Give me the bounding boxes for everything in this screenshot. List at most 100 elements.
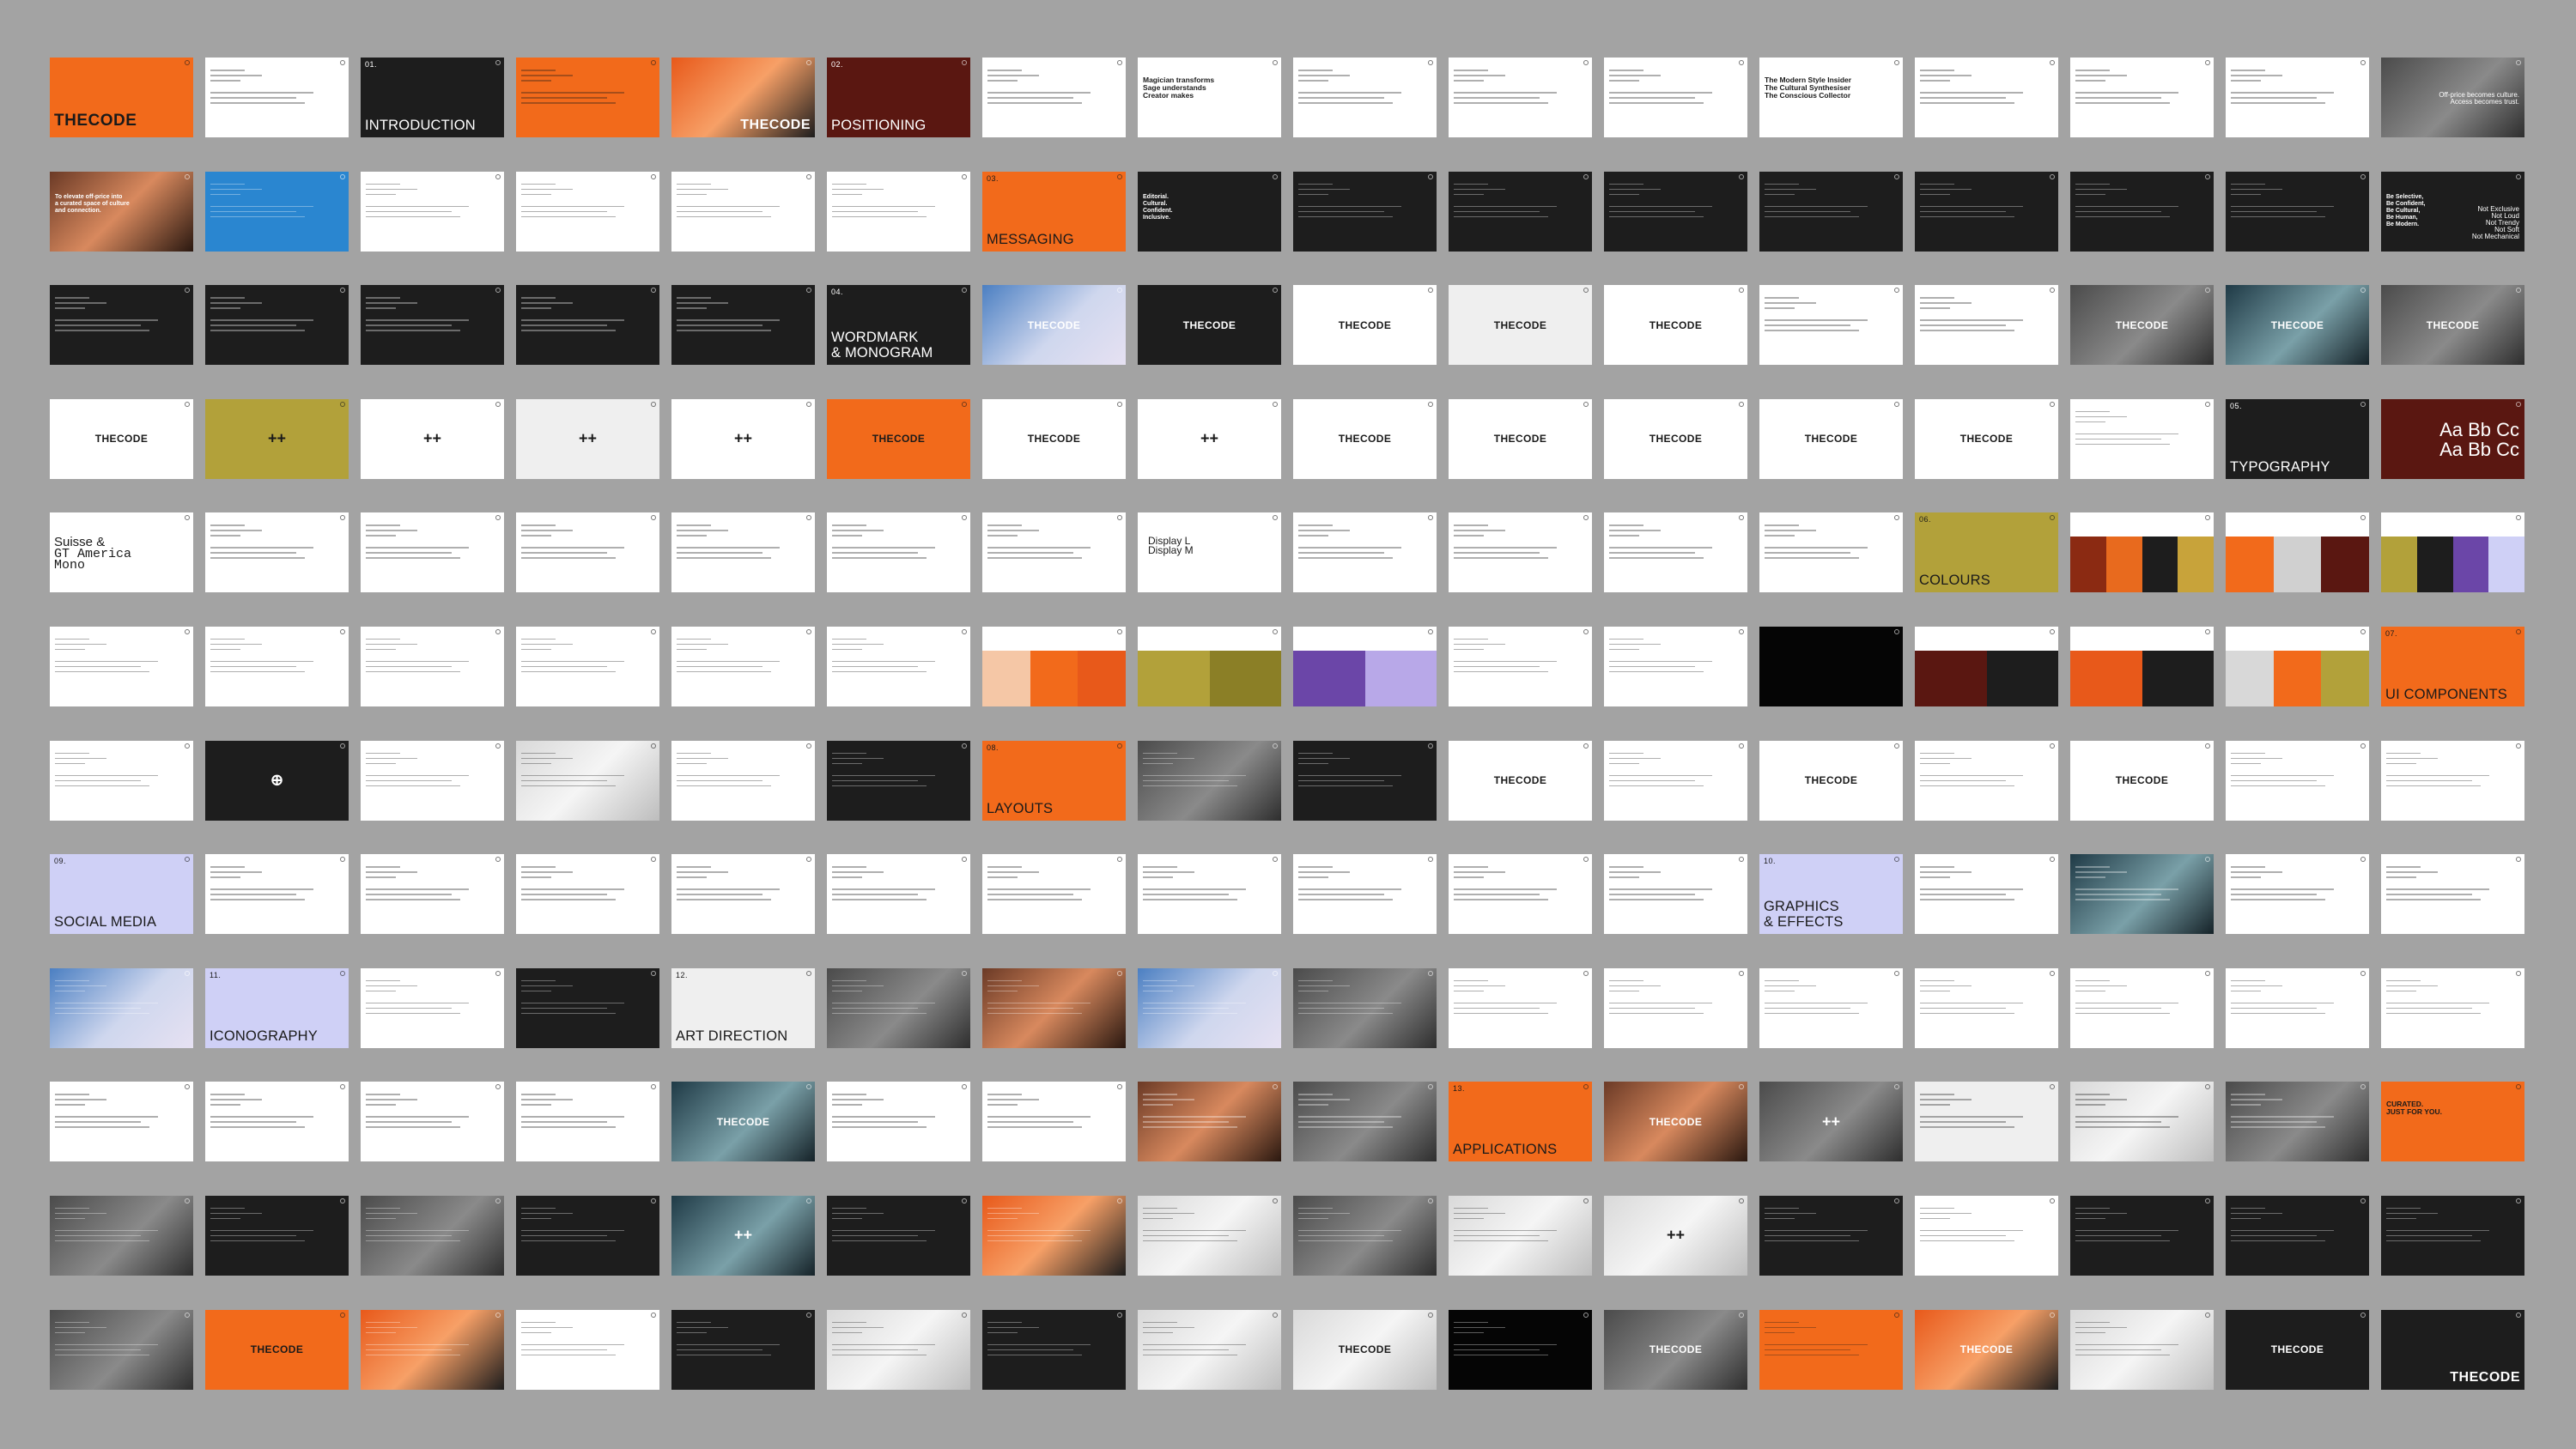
slide-thumbnail[interactable] bbox=[361, 1309, 504, 1390]
slide-thumbnail[interactable] bbox=[982, 626, 1126, 706]
slide-thumbnail[interactable] bbox=[827, 1309, 970, 1390]
slide-thumbnail[interactable]: Be Selective, Be Confident, Be Cultural, Be… bbox=[2381, 171, 2524, 252]
slide-thumbnail[interactable] bbox=[827, 171, 970, 252]
slide-thumbnail[interactable] bbox=[516, 171, 659, 252]
slide-thumbnail[interactable]: 09. SOCIAL MEDIA bbox=[50, 854, 193, 935]
slide-thumbnail[interactable]: Aa Bb Cc Aa Bb Cc bbox=[2381, 398, 2524, 479]
slide-thumbnail[interactable] bbox=[1449, 512, 1592, 593]
slide-thumbnail[interactable]: THECODE bbox=[1449, 285, 1592, 366]
slide-thumbnail[interactable] bbox=[205, 626, 349, 706]
slide-thumbnail[interactable]: To elevate off-price into a curated space… bbox=[50, 171, 193, 252]
slide-thumbnail[interactable] bbox=[361, 171, 504, 252]
slide-thumbnail[interactable]: 13. APPLICATIONS bbox=[1449, 1082, 1592, 1162]
slide-thumbnail[interactable] bbox=[1293, 1195, 1437, 1276]
slide-thumbnail[interactable] bbox=[2070, 1195, 2214, 1276]
slide-thumbnail[interactable]: THECODE bbox=[1604, 398, 1747, 479]
slide-thumbnail[interactable]: CURATED. JUST FOR YOU. bbox=[2381, 1082, 2524, 1162]
slide-thumbnail[interactable] bbox=[1915, 854, 2058, 935]
slide-thumbnail[interactable]: THECODE bbox=[1915, 1309, 2058, 1390]
slide-thumbnail[interactable]: ++ bbox=[361, 398, 504, 479]
slide-thumbnail[interactable] bbox=[205, 58, 349, 137]
slide-thumbnail[interactable] bbox=[2226, 967, 2369, 1048]
slide-thumbnail[interactable] bbox=[2070, 512, 2214, 593]
slide-thumbnail[interactable] bbox=[1449, 1195, 1592, 1276]
slide-thumbnail[interactable] bbox=[1293, 1082, 1437, 1162]
slide-thumbnail[interactable]: Editorial. Cultural. Confident. Inclusive. bbox=[1138, 171, 1281, 252]
slide-thumbnail[interactable] bbox=[1604, 967, 1747, 1048]
slide-thumbnail[interactable] bbox=[2070, 1309, 2214, 1390]
slide-thumbnail[interactable] bbox=[1915, 740, 2058, 821]
slide-thumbnail[interactable] bbox=[2070, 398, 2214, 479]
slide-thumbnail[interactable]: THECODE bbox=[1759, 398, 1903, 479]
slide-thumbnail[interactable] bbox=[50, 1309, 193, 1390]
slide-thumbnail[interactable]: 03. MESSAGING bbox=[982, 171, 1126, 252]
slide-thumbnail[interactable]: ++ bbox=[671, 398, 815, 479]
slide-thumbnail[interactable] bbox=[1293, 967, 1437, 1048]
slide-thumbnail[interactable] bbox=[516, 1195, 659, 1276]
slide-thumbnail[interactable]: 02. POSITIONING bbox=[827, 58, 970, 137]
slide-thumbnail[interactable] bbox=[50, 626, 193, 706]
slide-thumbnail[interactable]: THECODE bbox=[50, 58, 193, 137]
slide-thumbnail[interactable] bbox=[361, 512, 504, 593]
slide-thumbnail[interactable] bbox=[2226, 626, 2369, 706]
slide-thumbnail[interactable] bbox=[516, 285, 659, 366]
slide-thumbnail[interactable] bbox=[2226, 1082, 2369, 1162]
slide-thumbnail[interactable] bbox=[1449, 854, 1592, 935]
slide-thumbnail[interactable] bbox=[361, 1082, 504, 1162]
slide-thumbnail[interactable] bbox=[1604, 512, 1747, 593]
slide-thumbnail[interactable]: THECODE bbox=[1293, 1309, 1437, 1390]
slide-thumbnail[interactable] bbox=[1915, 626, 2058, 706]
slide-thumbnail[interactable] bbox=[1915, 171, 2058, 252]
slide-thumbnail[interactable] bbox=[1293, 58, 1437, 137]
slide-thumbnail[interactable] bbox=[2070, 854, 2214, 935]
slide-thumbnail[interactable] bbox=[2070, 171, 2214, 252]
slide-thumbnail[interactable]: THECODE bbox=[1449, 398, 1592, 479]
slide-thumbnail[interactable]: THECODE bbox=[1915, 398, 2058, 479]
slide-thumbnail[interactable] bbox=[50, 1082, 193, 1162]
slide-thumbnail[interactable] bbox=[516, 1309, 659, 1390]
slide-thumbnail[interactable] bbox=[516, 740, 659, 821]
slide-thumbnail[interactable]: THECODE bbox=[1604, 285, 1747, 366]
slide-thumbnail[interactable]: THECODE bbox=[50, 398, 193, 479]
slide-thumbnail[interactable] bbox=[361, 854, 504, 935]
slide-thumbnail[interactable] bbox=[1293, 854, 1437, 935]
slide-thumbnail[interactable] bbox=[2226, 58, 2369, 137]
slide-thumbnail[interactable] bbox=[827, 626, 970, 706]
slide-thumbnail[interactable]: THECODE bbox=[1293, 398, 1437, 479]
slide-thumbnail[interactable]: 06. COLOURS bbox=[1915, 512, 2058, 593]
slide-thumbnail[interactable] bbox=[50, 967, 193, 1048]
slide-thumbnail[interactable]: 05. TYPOGRAPHY bbox=[2226, 398, 2369, 479]
slide-thumbnail[interactable] bbox=[1915, 58, 2058, 137]
slide-thumbnail[interactable] bbox=[827, 1195, 970, 1276]
slide-thumbnail[interactable]: THECODE bbox=[2226, 1309, 2369, 1390]
slide-thumbnail[interactable] bbox=[1138, 740, 1281, 821]
slide-thumbnail[interactable] bbox=[1604, 854, 1747, 935]
slide-thumbnail[interactable] bbox=[1915, 1195, 2058, 1276]
slide-thumbnail[interactable] bbox=[671, 171, 815, 252]
slide-thumbnail[interactable]: ⊕ bbox=[205, 740, 349, 821]
slide-thumbnail[interactable] bbox=[205, 1195, 349, 1276]
slide-thumbnail[interactable]: Magician transforms Sage understands Creat… bbox=[1138, 58, 1281, 137]
slide-thumbnail[interactable]: 10. GRAPHICS & EFFECTS bbox=[1759, 854, 1903, 935]
slide-thumbnail[interactable] bbox=[2226, 740, 2369, 821]
slide-thumbnail[interactable]: THECODE bbox=[2070, 285, 2214, 366]
slide-thumbnail[interactable] bbox=[2381, 740, 2524, 821]
slide-thumbnail[interactable] bbox=[982, 967, 1126, 1048]
slide-thumbnail[interactable]: THECODE bbox=[671, 1082, 815, 1162]
slide-thumbnail[interactable] bbox=[1604, 58, 1747, 137]
slide-thumbnail[interactable] bbox=[1915, 285, 2058, 366]
slide-thumbnail[interactable] bbox=[1915, 967, 2058, 1048]
slide-thumbnail[interactable] bbox=[1293, 740, 1437, 821]
slide-thumbnail[interactable]: THECODE bbox=[671, 58, 815, 137]
slide-thumbnail[interactable] bbox=[2070, 58, 2214, 137]
slide-thumbnail[interactable] bbox=[2381, 1195, 2524, 1276]
slide-thumbnail[interactable] bbox=[205, 854, 349, 935]
slide-thumbnail[interactable]: ++ bbox=[205, 398, 349, 479]
slide-thumbnail[interactable]: Display L Display M bbox=[1138, 512, 1281, 593]
slide-thumbnail[interactable] bbox=[2226, 512, 2369, 593]
slide-thumbnail[interactable]: 01. INTRODUCTION bbox=[361, 58, 504, 137]
slide-thumbnail[interactable] bbox=[1293, 512, 1437, 593]
slide-thumbnail[interactable]: 07. UI COMPONENTS bbox=[2381, 626, 2524, 706]
slide-thumbnail[interactable]: THECODE bbox=[1449, 740, 1592, 821]
slide-thumbnail[interactable] bbox=[827, 854, 970, 935]
